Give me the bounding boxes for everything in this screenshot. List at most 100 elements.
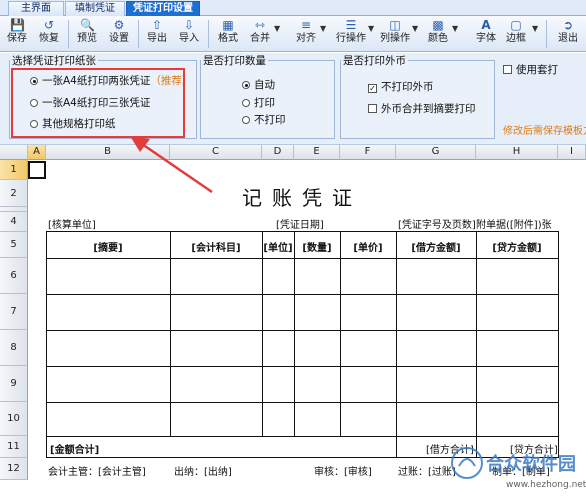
- font-icon: A: [481, 18, 491, 32]
- grid-line: [46, 231, 47, 458]
- foreign-option-merge-summary[interactable]: 外币合并到摘要打印: [368, 101, 476, 116]
- exit-label: 退出: [558, 33, 578, 44]
- grid-line: [46, 366, 558, 367]
- preview-label: 预览: [77, 33, 97, 44]
- align-button[interactable]: ≡ 对齐: [294, 18, 318, 50]
- column-header-a[interactable]: A: [28, 145, 46, 160]
- restore-label: 恢复: [39, 33, 59, 44]
- row-ops-label: 行操作: [336, 33, 366, 44]
- copies-option-print[interactable]: 打印: [242, 95, 275, 110]
- format-icon: ▦: [222, 18, 234, 32]
- merge-dropdown-arrow[interactable]: ▼: [274, 24, 280, 33]
- copies-option-label: 不打印: [254, 114, 286, 126]
- border-dropdown-arrow[interactable]: ▼: [532, 24, 538, 33]
- settings-label: 设置: [109, 33, 129, 44]
- exit-button[interactable]: ➲ 退出: [556, 18, 580, 50]
- border-icon: ▢: [510, 18, 522, 32]
- copies-group-legend: 是否打印数量: [203, 55, 266, 67]
- row-header-8[interactable]: 8: [0, 330, 28, 366]
- column-header-g[interactable]: G: [396, 145, 476, 160]
- foreign-group-legend: 是否打印外币: [343, 55, 406, 67]
- radio-icon[interactable]: [242, 116, 250, 124]
- copies-option-label: 自动: [254, 79, 275, 91]
- row-header-12[interactable]: 12: [0, 458, 28, 480]
- import-icon: ⇩: [183, 18, 195, 32]
- toolbar-separator: [208, 20, 209, 48]
- radio-icon[interactable]: [242, 99, 250, 107]
- merge-button[interactable]: ⇿ 合并: [248, 18, 272, 50]
- row-ops-dropdown-arrow[interactable]: ▼: [368, 24, 374, 33]
- voucher-date-field: [凭证日期]: [276, 220, 324, 231]
- checkbox-icon[interactable]: [368, 104, 377, 113]
- align-label: 对齐: [296, 33, 316, 44]
- accounting-unit-field: [核算单位]: [48, 220, 96, 231]
- toolbar: 💾 保存 ↺ 恢复 🔍 预览 ⚙ 设置 ⇧ 导出 ⇩ 导入 ▦ 格式 ⇿ 合并 …: [0, 16, 586, 52]
- grid-line: [396, 231, 397, 458]
- column-header-d[interactable]: D: [262, 145, 294, 160]
- copies-option-auto[interactable]: 自动: [242, 77, 275, 92]
- row-header-6[interactable]: 6: [0, 258, 28, 294]
- col-ops-button[interactable]: ◫ 列操作: [380, 18, 410, 50]
- use-template-label: 使用套打: [516, 64, 558, 76]
- row-ops-icon: ☰: [345, 18, 357, 32]
- copies-option-no-print[interactable]: 不打印: [242, 112, 286, 127]
- voucher-number-field: [凭证字号及页数]: [398, 220, 476, 231]
- foreign-option-label: 外币合并到摘要打印: [381, 103, 476, 115]
- unit-header: [单位]: [263, 243, 293, 254]
- font-button[interactable]: A 字体: [474, 18, 498, 50]
- export-icon: ⇧: [151, 18, 163, 32]
- checkbox-icon[interactable]: [503, 65, 512, 74]
- supervisor-field: 会计主管：[会计主管]: [48, 467, 146, 478]
- radio-selected-icon[interactable]: [242, 81, 250, 89]
- row-header-10[interactable]: 10: [0, 402, 28, 436]
- row-ops-button[interactable]: ☰ 行操作: [336, 18, 366, 50]
- row-header-7[interactable]: 7: [0, 294, 28, 330]
- row-header-4[interactable]: 4: [0, 212, 28, 232]
- grid-line: [46, 231, 558, 232]
- row-header-1[interactable]: 1: [0, 160, 28, 180]
- align-dropdown-arrow[interactable]: ▼: [320, 24, 326, 33]
- watermark-logo-icon: [451, 447, 483, 479]
- format-button[interactable]: ▦ 格式: [216, 18, 240, 50]
- col-ops-dropdown-arrow[interactable]: ▼: [412, 24, 418, 33]
- grid-line: [294, 231, 295, 436]
- foreign-group: 是否打印外币: [340, 53, 495, 139]
- merge-icon: ⇿: [254, 18, 266, 32]
- tab-fill-voucher[interactable]: 填制凭证: [65, 1, 125, 16]
- settings-button[interactable]: ⚙ 设置: [108, 18, 130, 50]
- column-header-e[interactable]: E: [294, 145, 340, 160]
- grid-line: [558, 231, 559, 458]
- color-dropdown-arrow[interactable]: ▼: [452, 24, 458, 33]
- active-cell-a1[interactable]: [28, 161, 46, 179]
- tab-voucher-print-settings[interactable]: 凭证打印设置: [126, 1, 200, 16]
- column-header-f[interactable]: F: [340, 145, 396, 160]
- preview-button[interactable]: 🔍 预览: [76, 18, 98, 50]
- row-header-5[interactable]: 5: [0, 232, 28, 258]
- watermark: 合众软件园 www.hezhong.net: [448, 428, 586, 496]
- color-label: 颜色: [428, 33, 448, 44]
- save-template-hint: 修改后需保存模板方: [503, 126, 586, 137]
- restore-button[interactable]: ↺ 恢复: [38, 18, 60, 50]
- row-header-9[interactable]: 9: [0, 366, 28, 402]
- foreign-option-no-print[interactable]: ✓ 不打印外币: [368, 79, 434, 94]
- grid-line: [46, 258, 558, 259]
- grid-line: [476, 231, 477, 458]
- credit-header: [贷方金额]: [492, 243, 542, 254]
- import-button[interactable]: ⇩ 导入: [178, 18, 200, 50]
- copies-option-label: 打印: [254, 97, 275, 109]
- sheet-corner[interactable]: [0, 145, 28, 160]
- row-header-11[interactable]: 11: [0, 436, 28, 458]
- price-header: [单价]: [353, 243, 383, 254]
- tab-main[interactable]: 主界面: [8, 1, 64, 16]
- border-button[interactable]: ▢ 边框: [504, 18, 528, 50]
- exit-icon: ➲: [562, 18, 574, 32]
- column-header-h[interactable]: H: [476, 145, 558, 160]
- save-button[interactable]: 💾 保存: [6, 18, 28, 50]
- toolbar-separator: [546, 20, 547, 48]
- reviewer-field: 审核：[审核]: [314, 467, 372, 478]
- color-button[interactable]: ▩ 颜色: [426, 18, 450, 50]
- use-template-checkbox[interactable]: 使用套打: [503, 62, 558, 77]
- column-header-i[interactable]: I: [558, 145, 586, 160]
- checkbox-checked-icon[interactable]: ✓: [368, 84, 377, 93]
- export-button[interactable]: ⇧ 导出: [146, 18, 168, 50]
